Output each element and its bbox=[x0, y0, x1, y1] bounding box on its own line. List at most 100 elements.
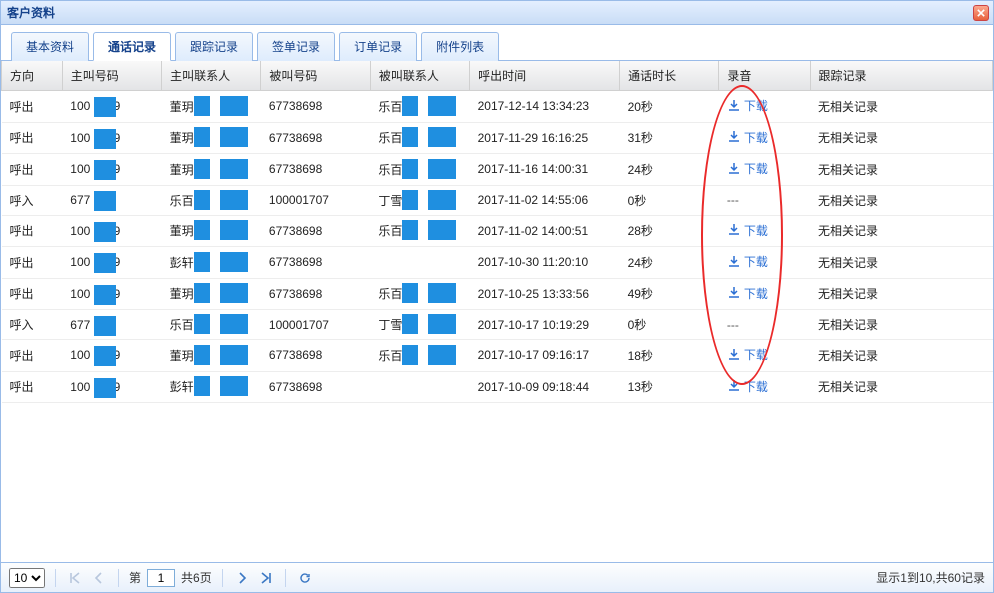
download-icon bbox=[727, 255, 741, 269]
col-caller-number[interactable]: 主叫号码 bbox=[62, 61, 161, 91]
page-number-input[interactable] bbox=[147, 569, 175, 587]
col-recording[interactable]: 录音 bbox=[719, 61, 810, 91]
close-button[interactable] bbox=[973, 5, 989, 21]
grid-wrap: 方向 主叫号码 主叫联系人 被叫号码 被叫联系人 呼出时间 通话时长 录音 跟踪… bbox=[1, 61, 993, 562]
table-row[interactable]: 呼出100 0709彭轩677386982017-10-09 09:18:441… bbox=[2, 371, 993, 403]
table-row[interactable]: 呼出100 1719董玥67738698乐百 水2017-10-25 13:33… bbox=[2, 278, 993, 310]
download-label: 下载 bbox=[744, 285, 768, 302]
cell-duration: 28秒 bbox=[620, 215, 719, 247]
first-page-button[interactable] bbox=[66, 569, 84, 587]
download-link[interactable]: 下载 bbox=[727, 378, 768, 395]
col-callee-contact[interactable]: 被叫联系人 bbox=[370, 61, 469, 91]
download-icon bbox=[727, 223, 741, 237]
cell-call-time: 2017-10-09 09:18:44 bbox=[470, 371, 620, 403]
window-title: 客户资料 bbox=[7, 4, 55, 21]
cell-track: 无相关记录 bbox=[810, 371, 992, 403]
tab-5[interactable]: 附件列表 bbox=[421, 32, 499, 61]
cell-caller-contact: 彭轩 bbox=[162, 371, 261, 403]
cell-direction: 呼入 bbox=[2, 310, 63, 340]
cell-duration: 31秒 bbox=[620, 122, 719, 154]
cell-call-time: 2017-10-30 11:20:10 bbox=[470, 247, 620, 279]
next-page-button[interactable] bbox=[233, 569, 251, 587]
cell-caller-number: 677 698 bbox=[62, 310, 161, 340]
cell-recording: 下载 bbox=[719, 215, 810, 247]
table-row[interactable]: 呼入677 698乐百 水100001707丁雪2017-10-17 10:19… bbox=[2, 310, 993, 340]
cell-call-time: 2017-11-16 14:00:31 bbox=[470, 154, 620, 186]
col-track[interactable]: 跟踪记录 bbox=[810, 61, 992, 91]
cell-caller-number: 677 698 bbox=[62, 185, 161, 215]
call-log-table: 方向 主叫号码 主叫联系人 被叫号码 被叫联系人 呼出时间 通话时长 录音 跟踪… bbox=[1, 61, 993, 403]
cell-callee-contact: 乐百 水 bbox=[370, 91, 469, 123]
cell-recording: 下载 bbox=[719, 122, 810, 154]
tabs-bar: 基本资料通话记录跟踪记录签单记录订单记录附件列表 bbox=[1, 25, 993, 61]
cell-track: 无相关记录 bbox=[810, 310, 992, 340]
cell-caller-number: 100 1719 bbox=[62, 154, 161, 186]
cell-caller-contact: 董玥 bbox=[162, 91, 261, 123]
download-link[interactable]: 下载 bbox=[727, 285, 768, 302]
cell-duration: 0秒 bbox=[620, 185, 719, 215]
table-row[interactable]: 呼入677 698乐百 水100001707丁雪2017-11-02 14:55… bbox=[2, 185, 993, 215]
col-callee-number[interactable]: 被叫号码 bbox=[261, 61, 370, 91]
cell-direction: 呼出 bbox=[2, 340, 63, 372]
download-icon bbox=[727, 286, 741, 300]
download-label: 下载 bbox=[744, 346, 768, 363]
download-link[interactable]: 下载 bbox=[727, 129, 768, 146]
cell-callee-number: 100001707 bbox=[261, 185, 370, 215]
table-row[interactable]: 呼出100 1719董玥67738698乐百 水2017-12-14 13:34… bbox=[2, 91, 993, 123]
download-link[interactable]: 下载 bbox=[727, 160, 768, 177]
download-label: 下载 bbox=[744, 129, 768, 146]
refresh-button[interactable] bbox=[296, 569, 314, 587]
tab-0[interactable]: 基本资料 bbox=[11, 32, 89, 61]
tab-3[interactable]: 签单记录 bbox=[257, 32, 335, 61]
cell-caller-number: 100 1719 bbox=[62, 215, 161, 247]
table-row[interactable]: 呼出100 1719董玥67738698乐百 水2017-11-29 16:16… bbox=[2, 122, 993, 154]
cell-direction: 呼出 bbox=[2, 154, 63, 186]
cell-duration: 24秒 bbox=[620, 154, 719, 186]
cell-callee-number: 67738698 bbox=[261, 340, 370, 372]
download-link[interactable]: 下载 bbox=[727, 97, 768, 114]
col-duration[interactable]: 通话时长 bbox=[620, 61, 719, 91]
pager-separator bbox=[222, 569, 223, 587]
cell-caller-contact: 董玥 bbox=[162, 122, 261, 154]
download-link[interactable]: 下载 bbox=[727, 346, 768, 363]
pager-summary: 显示1到10,共60记录 bbox=[876, 569, 985, 586]
tab-2[interactable]: 跟踪记录 bbox=[175, 32, 253, 61]
cell-call-time: 2017-10-17 09:16:17 bbox=[470, 340, 620, 372]
titlebar: 客户资料 bbox=[1, 1, 993, 25]
page-label-prefix: 第 bbox=[129, 569, 141, 586]
col-call-time[interactable]: 呼出时间 bbox=[470, 61, 620, 91]
cell-call-time: 2017-11-29 16:16:25 bbox=[470, 122, 620, 154]
cell-direction: 呼出 bbox=[2, 247, 63, 279]
download-link[interactable]: 下载 bbox=[727, 222, 768, 239]
table-row[interactable]: 呼出100 1719董玥67738698乐百 水2017-10-17 09:16… bbox=[2, 340, 993, 372]
table-row[interactable]: 呼出100 0709彭轩677386982017-10-30 11:20:102… bbox=[2, 247, 993, 279]
cell-duration: 13秒 bbox=[620, 371, 719, 403]
download-label: 下载 bbox=[744, 253, 768, 270]
table-row[interactable]: 呼出100 1719董玥67738698乐百 水2017-11-02 14:00… bbox=[2, 215, 993, 247]
download-link[interactable]: 下载 bbox=[727, 253, 768, 270]
prev-page-button[interactable] bbox=[90, 569, 108, 587]
cell-caller-number: 100 1719 bbox=[62, 340, 161, 372]
cell-track: 无相关记录 bbox=[810, 154, 992, 186]
cell-track: 无相关记录 bbox=[810, 122, 992, 154]
col-caller-contact[interactable]: 主叫联系人 bbox=[162, 61, 261, 91]
cell-recording: 下载 bbox=[719, 154, 810, 186]
tab-4[interactable]: 订单记录 bbox=[339, 32, 417, 61]
col-direction[interactable]: 方向 bbox=[2, 61, 63, 91]
cell-track: 无相关记录 bbox=[810, 215, 992, 247]
table-row[interactable]: 呼出100 1719董玥67738698乐百 水2017-11-16 14:00… bbox=[2, 154, 993, 186]
tab-1[interactable]: 通话记录 bbox=[93, 32, 171, 61]
cell-callee-number: 67738698 bbox=[261, 215, 370, 247]
cell-call-time: 2017-11-02 14:55:06 bbox=[470, 185, 620, 215]
cell-caller-number: 100 0709 bbox=[62, 371, 161, 403]
cell-direction: 呼出 bbox=[2, 91, 63, 123]
page-size-select[interactable]: 10 bbox=[9, 568, 45, 588]
last-page-button[interactable] bbox=[257, 569, 275, 587]
cell-caller-contact: 董玥 bbox=[162, 340, 261, 372]
cell-callee-contact: 乐百 水 bbox=[370, 340, 469, 372]
cell-track: 无相关记录 bbox=[810, 185, 992, 215]
cell-recording: --- bbox=[719, 185, 810, 215]
cell-callee-number: 67738698 bbox=[261, 154, 370, 186]
cell-track: 无相关记录 bbox=[810, 247, 992, 279]
download-label: 下载 bbox=[744, 378, 768, 395]
